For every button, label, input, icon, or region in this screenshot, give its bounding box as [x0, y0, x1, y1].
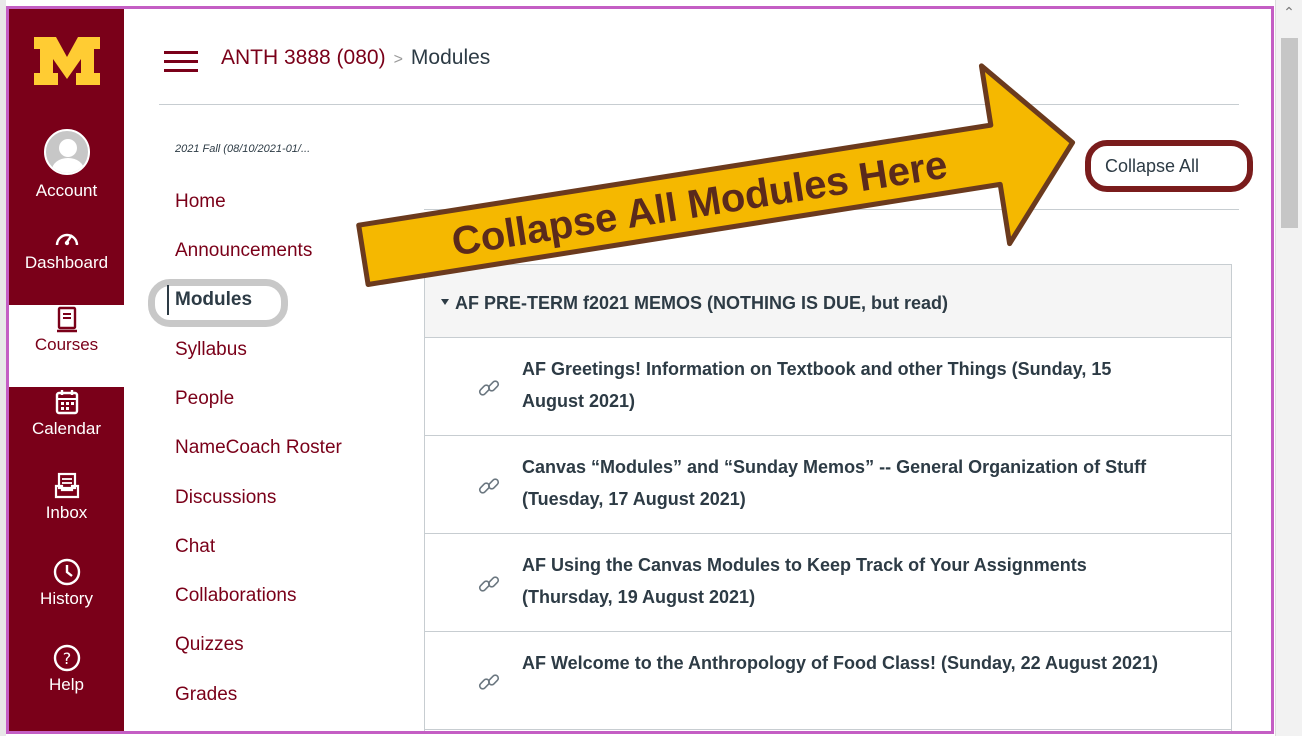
course-nav-syllabus[interactable]: Syllabus	[167, 335, 247, 365]
toolbar-divider	[424, 209, 1239, 210]
global-nav: Account Dashboard Courses Calendar Inbox…	[9, 9, 124, 731]
breadcrumb: ANTH 3888 (080) > Modules	[221, 43, 490, 75]
svg-text:?: ?	[62, 649, 71, 668]
course-nav-chat[interactable]: Chat	[167, 532, 215, 562]
header-divider	[159, 104, 1239, 105]
course-nav-collaborations[interactable]: Collaborations	[167, 581, 296, 611]
course-nav-discussions[interactable]: Discussions	[167, 483, 276, 513]
calendar-icon	[55, 390, 78, 415]
nav-account-label: Account	[35, 181, 98, 200]
module-item[interactable]: AF Welcome to the Anthropology of Food C…	[425, 632, 1231, 730]
nav-history[interactable]: History	[9, 557, 124, 639]
module-item-title[interactable]: AF Greetings! Information on Textbook an…	[522, 353, 1162, 417]
nav-inbox[interactable]: Inbox	[9, 471, 124, 553]
nav-courses[interactable]: Courses	[9, 305, 124, 387]
clock-icon	[53, 558, 80, 586]
course-nav-home[interactable]: Home	[167, 187, 226, 217]
collapse-all-button[interactable]: Collapse All	[1105, 154, 1199, 178]
scrollbar-thumb[interactable]	[1281, 38, 1298, 228]
module-item-title[interactable]: AF Welcome to the Anthropology of Food C…	[522, 647, 1162, 679]
annotation-arrow-text: Collapse All Modules Here	[449, 143, 951, 265]
page-scrollbar[interactable]: ⌃	[1275, 0, 1302, 736]
course-nav-namecoach-roster[interactable]: NameCoach Roster	[167, 433, 342, 463]
nav-inbox-label: Inbox	[45, 503, 88, 522]
module-item-title[interactable]: Canvas “Modules” and “Sunday Memos” -- G…	[522, 451, 1162, 515]
nav-history-label: History	[40, 589, 93, 608]
caret-down-icon[interactable]	[441, 299, 449, 305]
course-nav-announcements[interactable]: Announcements	[167, 236, 312, 266]
course-term: 2021 Fall (08/10/2021-01/...	[175, 143, 311, 155]
module-item-title[interactable]: AF Using the Canvas Modules to Keep Trac…	[522, 549, 1162, 613]
link-icon	[478, 478, 500, 494]
nav-calendar-label: Calendar	[32, 419, 101, 438]
breadcrumb-course-link[interactable]: ANTH 3888 (080)	[221, 46, 386, 69]
course-nav-quizzes[interactable]: Quizzes	[167, 630, 244, 660]
book-icon	[56, 306, 77, 333]
module-item[interactable]: AF Using the Canvas Modules to Keep Trac…	[425, 534, 1231, 632]
link-icon	[478, 380, 500, 396]
university-logo-icon[interactable]	[32, 35, 102, 87]
course-nav-grades[interactable]: Grades	[167, 680, 237, 710]
module-title: AF PRE-TERM f2021 MEMOS (NOTHING IS DUE,…	[455, 293, 949, 313]
nav-help-label: Help	[49, 675, 84, 694]
nav-help[interactable]: ? Help	[9, 643, 124, 725]
breadcrumb-current: Modules	[410, 46, 491, 69]
nav-account[interactable]: Account	[9, 129, 124, 211]
inbox-icon	[54, 472, 79, 499]
avatar-icon	[43, 129, 90, 175]
course-nav-people[interactable]: People	[167, 384, 234, 414]
nav-calendar[interactable]: Calendar	[9, 387, 124, 469]
hamburger-menu-icon[interactable]	[164, 49, 198, 75]
dashboard-icon	[55, 233, 78, 246]
breadcrumb-separator: >	[393, 51, 403, 68]
course-nav-modules[interactable]: Modules	[167, 285, 252, 315]
nav-dashboard[interactable]: Dashboard	[9, 223, 124, 305]
link-icon	[478, 674, 500, 690]
browser-window: Account Dashboard Courses Calendar Inbox…	[6, 6, 1274, 734]
link-icon	[478, 576, 500, 592]
nav-dashboard-label: Dashboard	[24, 253, 109, 272]
scroll-up-icon[interactable]: ⌃	[1283, 6, 1295, 20]
module-header[interactable]: AF PRE-TERM f2021 MEMOS (NOTHING IS DUE,…	[425, 265, 1231, 338]
module-block: AF PRE-TERM f2021 MEMOS (NOTHING IS DUE,…	[424, 264, 1232, 731]
nav-courses-label: Courses	[34, 335, 99, 354]
module-item[interactable]: Canvas “Modules” and “Sunday Memos” -- G…	[425, 436, 1231, 534]
question-icon: ?	[53, 644, 80, 672]
module-item[interactable]: AF Greetings! Information on Textbook an…	[425, 338, 1231, 436]
